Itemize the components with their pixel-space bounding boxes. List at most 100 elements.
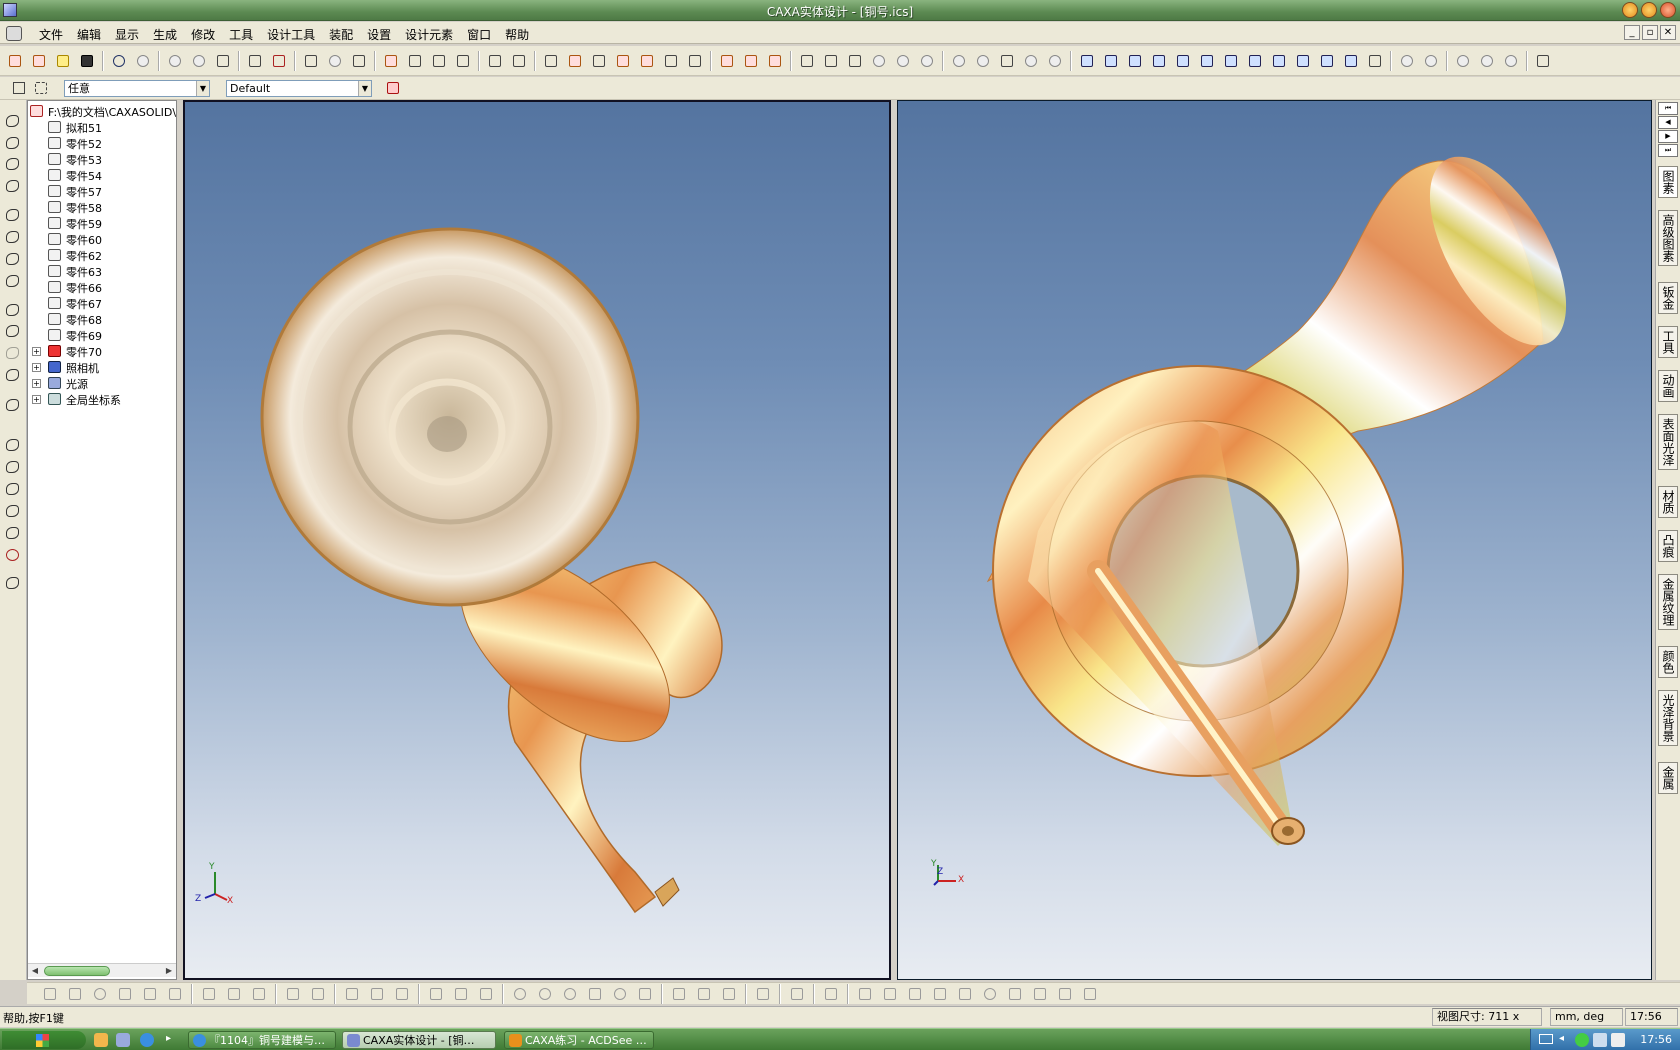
menu-help[interactable]: 帮助 — [498, 26, 536, 43]
zoom-window-icon[interactable] — [5, 230, 21, 244]
open-icon[interactable] — [54, 52, 72, 70]
boolean-icon[interactable] — [950, 52, 968, 70]
zoom-icon[interactable] — [5, 208, 21, 222]
hatch-icon[interactable] — [1031, 985, 1049, 1003]
tab-metal[interactable]: 金属 — [1658, 762, 1678, 794]
spline-icon[interactable] — [614, 52, 632, 70]
redo-icon[interactable] — [134, 52, 152, 70]
measure-tool-icon[interactable] — [5, 576, 21, 590]
maximize-button[interactable] — [1641, 2, 1657, 18]
new-design-icon[interactable] — [6, 52, 24, 70]
zoom-view-icon[interactable] — [1198, 52, 1216, 70]
draft-icon[interactable] — [1046, 52, 1064, 70]
circle-2pt-icon[interactable] — [536, 985, 554, 1003]
node-icon[interactable] — [427, 985, 445, 1003]
scroll-right-icon[interactable]: ▶ — [163, 965, 175, 977]
start-button[interactable] — [2, 1031, 86, 1049]
expand-icon[interactable]: + — [32, 347, 41, 356]
horn-model-top-view[interactable] — [185, 102, 889, 978]
view-side-icon[interactable] — [1126, 52, 1144, 70]
quicklaunch-more-icon[interactable]: ▸ — [166, 1033, 171, 1044]
paste-icon[interactable] — [214, 52, 232, 70]
offset-icon[interactable] — [225, 985, 243, 1003]
expand-icon[interactable]: + — [32, 379, 41, 388]
camera-icon[interactable] — [350, 52, 368, 70]
slash-icon[interactable] — [1081, 985, 1099, 1003]
display-mode-1-icon[interactable] — [1454, 52, 1472, 70]
pan-icon[interactable] — [5, 157, 21, 171]
quicklaunch-browser-icon[interactable] — [140, 1033, 154, 1047]
sketch-plane-icon[interactable] — [5, 438, 21, 452]
copy-icon[interactable] — [190, 52, 208, 70]
menu-settings[interactable]: 设置 — [360, 26, 398, 43]
chamfer-2d-icon[interactable] — [284, 985, 302, 1003]
link-icon[interactable] — [452, 985, 470, 1003]
look-at-icon[interactable] — [1246, 52, 1264, 70]
grid-icon[interactable] — [41, 985, 59, 1003]
horizontal-icon[interactable] — [931, 985, 949, 1003]
search-icon[interactable] — [246, 52, 264, 70]
scroll-thumb[interactable] — [44, 966, 110, 976]
mirror-icon[interactable] — [309, 985, 327, 1003]
shade-icon[interactable] — [1422, 52, 1440, 70]
target-icon[interactable] — [5, 274, 21, 288]
menu-assembly[interactable]: 装配 — [322, 26, 360, 43]
menu-generate[interactable]: 生成 — [146, 26, 184, 43]
view-point-icon[interactable] — [5, 303, 21, 317]
cross-icon[interactable] — [200, 985, 218, 1003]
volume-icon[interactable] — [1593, 1033, 1607, 1047]
last-tab-icon[interactable]: ⏭ — [1658, 144, 1678, 157]
tab-primitives[interactable]: 图素 — [1658, 166, 1678, 198]
revolve-icon[interactable] — [406, 52, 424, 70]
shell-icon[interactable] — [974, 52, 992, 70]
surface-sweep-icon[interactable] — [766, 52, 784, 70]
tab-sheet-metal[interactable]: 钣金 — [1658, 282, 1678, 314]
chamfer-icon[interactable] — [1022, 52, 1040, 70]
menu-edit[interactable]: 编辑 — [70, 26, 108, 43]
rect-2d-icon[interactable] — [477, 985, 495, 1003]
parallel-icon[interactable] — [881, 985, 899, 1003]
frame-icon[interactable] — [66, 985, 84, 1003]
tab-gloss-background[interactable]: 光泽背景 — [1658, 690, 1678, 746]
move-icon[interactable] — [5, 114, 21, 128]
surface-blend-icon[interactable] — [822, 52, 840, 70]
gear-2d-icon[interactable] — [636, 985, 654, 1003]
equal-icon[interactable] — [906, 985, 924, 1003]
fit-all-icon[interactable] — [5, 252, 21, 266]
undo-icon[interactable] — [110, 52, 128, 70]
polygon-icon[interactable] — [586, 985, 604, 1003]
sweep-icon[interactable] — [430, 52, 448, 70]
menu-design-tools[interactable]: 设计工具 — [260, 26, 322, 43]
surface-trim-icon[interactable] — [894, 52, 912, 70]
cut-icon[interactable] — [166, 52, 184, 70]
circle-draw-icon[interactable] — [91, 985, 109, 1003]
close-button[interactable] — [1660, 2, 1676, 18]
line-2d-icon[interactable] — [343, 985, 361, 1003]
surface-mesh-icon[interactable] — [846, 52, 864, 70]
text-icon[interactable] — [486, 52, 504, 70]
view-top-icon[interactable] — [1102, 52, 1120, 70]
surface-loft-icon[interactable] — [798, 52, 816, 70]
slope-icon[interactable] — [5, 526, 21, 540]
save-icon[interactable] — [78, 52, 96, 70]
minimize-button[interactable] — [1622, 2, 1638, 18]
extrude-icon[interactable] — [382, 52, 400, 70]
camera-tool-icon[interactable] — [5, 324, 21, 338]
tab-color[interactable]: 颜色 — [1658, 646, 1678, 678]
surface-extrude-icon[interactable] — [718, 52, 736, 70]
network-icon[interactable] — [1575, 1033, 1589, 1047]
tree-scrollbar[interactable]: ◀ ▶ — [28, 963, 176, 977]
trim-icon[interactable] — [686, 52, 704, 70]
keyboard-icon[interactable] — [1539, 1034, 1553, 1044]
parts-library-icon[interactable] — [302, 52, 320, 70]
arc-2d-icon[interactable] — [670, 985, 688, 1003]
doc-minimize-button[interactable]: _ — [1624, 25, 1640, 40]
no-entry-icon[interactable] — [5, 548, 21, 562]
angle-constraint-icon[interactable] — [1056, 985, 1074, 1003]
tab-material[interactable]: 材质 — [1658, 486, 1678, 518]
expand-icon[interactable]: + — [32, 395, 41, 404]
section-icon[interactable] — [1318, 52, 1336, 70]
vertical-icon[interactable] — [956, 985, 974, 1003]
circle-3pt-icon[interactable] — [561, 985, 579, 1003]
next-tab-icon[interactable]: ▶ — [1658, 130, 1678, 143]
